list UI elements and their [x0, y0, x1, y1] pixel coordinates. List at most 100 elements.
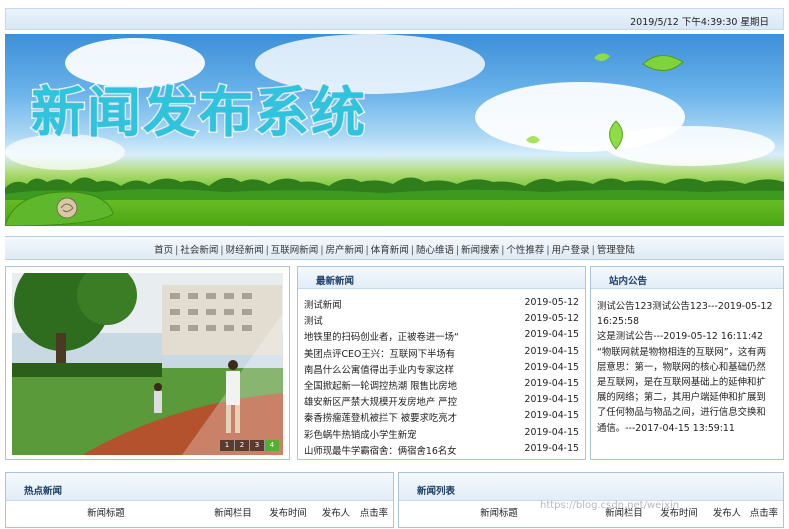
column-header: 新闻标题: [87, 508, 125, 519]
nav-separator: |: [365, 245, 369, 256]
leaf-icon: [642, 55, 684, 71]
latest-news-panel: 最新新闻 测试新闻 2019-05-12 测试 2019-05-12 地铁里的扫码创业者…: [297, 266, 586, 460]
news-title-link[interactable]: 美团点评CEO王兴：互联网下半场有: [304, 346, 476, 362]
nav-item: | 管理登陆: [590, 245, 635, 256]
leaf-icon: [526, 136, 540, 144]
nav-link[interactable]: 体育新闻: [371, 245, 409, 256]
news-title-link[interactable]: 雄安新区严禁大规模开发房地产 严控: [304, 394, 476, 410]
column-header: 点击率: [359, 508, 389, 519]
news-title-link[interactable]: 全国掀起新一轮调控热潮 限售比房地: [304, 378, 476, 394]
nav-item: | 财经新闻: [218, 245, 263, 256]
news-date: 2019-04-15: [524, 361, 579, 373]
slideshow-pager: 1 2 3 4: [219, 440, 279, 451]
panel-header: 热点新闻: [6, 473, 393, 501]
nav-item: | 互联网新闻: [264, 245, 319, 256]
news-date: 2019-05-12: [524, 297, 579, 308]
panel-header: 最新新闻: [298, 267, 585, 289]
nav-separator: |: [455, 245, 460, 256]
slideshow-page-button[interactable]: 3: [249, 440, 264, 451]
leaf-icon: [594, 53, 610, 62]
nav-link[interactable]: 财经新闻: [226, 245, 264, 256]
news-date: 2019-04-15: [524, 394, 579, 406]
leaf-icon: [609, 120, 623, 150]
column-header: 发布时间: [269, 508, 307, 519]
panel-header: 站内公告: [591, 267, 783, 289]
news-list: 测试新闻 2019-05-12 测试 2019-05-12 地铁里的扫码创业者，正被卷进…: [298, 289, 585, 459]
nav-link[interactable]: 管理登陆: [597, 245, 635, 256]
news-item[interactable]: 地铁里的扫码创业者，正被卷进一场“ 2019-04-15: [304, 329, 579, 345]
nav-link[interactable]: 新闻搜索: [461, 245, 499, 256]
slideshow-image: [12, 273, 283, 455]
nav-separator: |: [265, 245, 269, 256]
news-item[interactable]: 秦香捞瘤莲登机被拦下 被要求吃亮才 2019-04-15: [304, 410, 579, 426]
panel-title: 最新新闻: [316, 276, 355, 287]
system-title: 新闻发布系统: [30, 80, 367, 146]
nav-link[interactable]: 随心维语: [416, 245, 454, 256]
news-title-link[interactable]: 测试: [304, 313, 476, 329]
current-datetime: 2019/5/12 下午4:39:30 星期日: [630, 17, 769, 28]
top-bar: 2019/5/12 下午4:39:30 星期日: [5, 8, 784, 30]
news-item[interactable]: 全国掀起新一轮调控热潮 限售比房地 2019-04-15: [304, 378, 579, 394]
news-item[interactable]: 南昌什么公寓值得出手业内专家这样 2019-04-15: [304, 362, 579, 378]
news-title-link[interactable]: 山师现最牛学霸宿舍：俩宿舍16名女: [304, 443, 476, 459]
nav-separator: |: [220, 245, 224, 256]
news-item[interactable]: 测试新闻 2019-05-12: [304, 297, 579, 313]
news-date: 2019-04-15: [524, 345, 579, 357]
hot-news-panel: 热点新闻 新闻标题 新闻栏目 发布时间 发布人 点击率: [5, 472, 394, 528]
nav-item: | 体育新闻: [364, 245, 409, 256]
news-date: 2019-04-15: [524, 329, 579, 341]
news-item[interactable]: 山师现最牛学霸宿舍：俩宿舍16名女 2019-04-15: [304, 443, 579, 459]
news-item[interactable]: 测试 2019-05-12: [304, 313, 579, 329]
news-item[interactable]: 彩色蜗牛热销成小学生新宠 2019-04-15: [304, 427, 579, 443]
nav-separator: |: [320, 245, 324, 256]
nav-link[interactable]: 互联网新闻: [271, 245, 319, 256]
snail-leaf-icon: [5, 191, 114, 226]
slideshow-page-button[interactable]: 2: [234, 440, 249, 451]
nav-item: | 社会新闻: [173, 245, 218, 256]
news-title-link[interactable]: 地铁里的扫码创业者，正被卷进一场“: [304, 329, 476, 345]
nav-separator: |: [546, 245, 550, 256]
nav-item: | 个性推荐: [499, 245, 544, 256]
nav-link[interactable]: 用户登录: [552, 245, 590, 256]
column-header: 发布人: [712, 508, 742, 519]
column-header: 发布人: [321, 508, 351, 519]
panel-header: 新闻列表: [399, 473, 783, 501]
nav-link[interactable]: 首页: [154, 245, 173, 256]
nav-separator: |: [501, 245, 505, 256]
column-header: 点击率: [749, 508, 779, 519]
panel-title: 新闻列表: [417, 486, 456, 497]
nav-item: 首页: [154, 245, 173, 256]
notice-panel: 站内公告 测试公告123测试公告123---2019-05-12 16:25:5…: [590, 266, 784, 460]
news-date: 2019-04-15: [524, 426, 579, 438]
news-date: 2019-04-15: [524, 377, 579, 389]
news-title-link[interactable]: 南昌什么公寓值得出手业内专家这样: [304, 362, 476, 378]
news-title-link[interactable]: 彩色蜗牛热销成小学生新宠: [304, 427, 476, 443]
notice-text[interactable]: 测试公告123测试公告123---2019-05-12 16:25:58 这是测…: [591, 289, 783, 457]
banner-cloud: [605, 126, 775, 166]
news-item[interactable]: 美团点评CEO王兴：互联网下半场有 2019-04-15: [304, 346, 579, 362]
watermark: https://blog.csdn.net/weixin_: [540, 500, 685, 511]
nav-item: | 用户登录: [544, 245, 589, 256]
tree-line: [5, 177, 784, 200]
nav-separator: |: [591, 245, 595, 256]
nav-item: | 随心维语: [409, 245, 454, 256]
slideshow-page-button-active[interactable]: 4: [264, 440, 279, 451]
panel-title: 站内公告: [609, 276, 648, 287]
nav-link[interactable]: 个性推荐: [506, 245, 544, 256]
nav-link[interactable]: 社会新闻: [180, 245, 218, 256]
news-item[interactable]: 雄安新区严禁大规模开发房地产 严控 2019-04-15: [304, 394, 579, 410]
news-date: 2019-04-15: [524, 442, 579, 454]
news-title-link[interactable]: 测试新闻: [304, 297, 476, 313]
nav-separator: |: [410, 245, 414, 256]
news-title-link[interactable]: 秦香捞瘤莲登机被拦下 被要求吃亮才: [304, 410, 476, 426]
table-header: 新闻标题 新闻栏目 发布时间 发布人 点击率: [6, 501, 393, 519]
news-date: 2019-05-12: [524, 313, 579, 325]
nav-item: | 新闻搜索: [454, 245, 499, 256]
main-nav: 首页 | 社会新闻 | 财经新闻 | 互联网新闻 | 房产新闻 | 体育新闻 | 随心维语 | 新闻搜索 | 个…: [5, 236, 784, 260]
slideshow-page-button[interactable]: 1: [219, 440, 234, 451]
nav-link[interactable]: 房产新闻: [326, 245, 364, 256]
news-date: 2019-04-15: [524, 410, 579, 422]
image-slideshow[interactable]: 1 2 3 4: [5, 266, 290, 460]
column-header: 新闻栏目: [214, 508, 252, 519]
nav-item: | 房产新闻: [318, 245, 363, 256]
